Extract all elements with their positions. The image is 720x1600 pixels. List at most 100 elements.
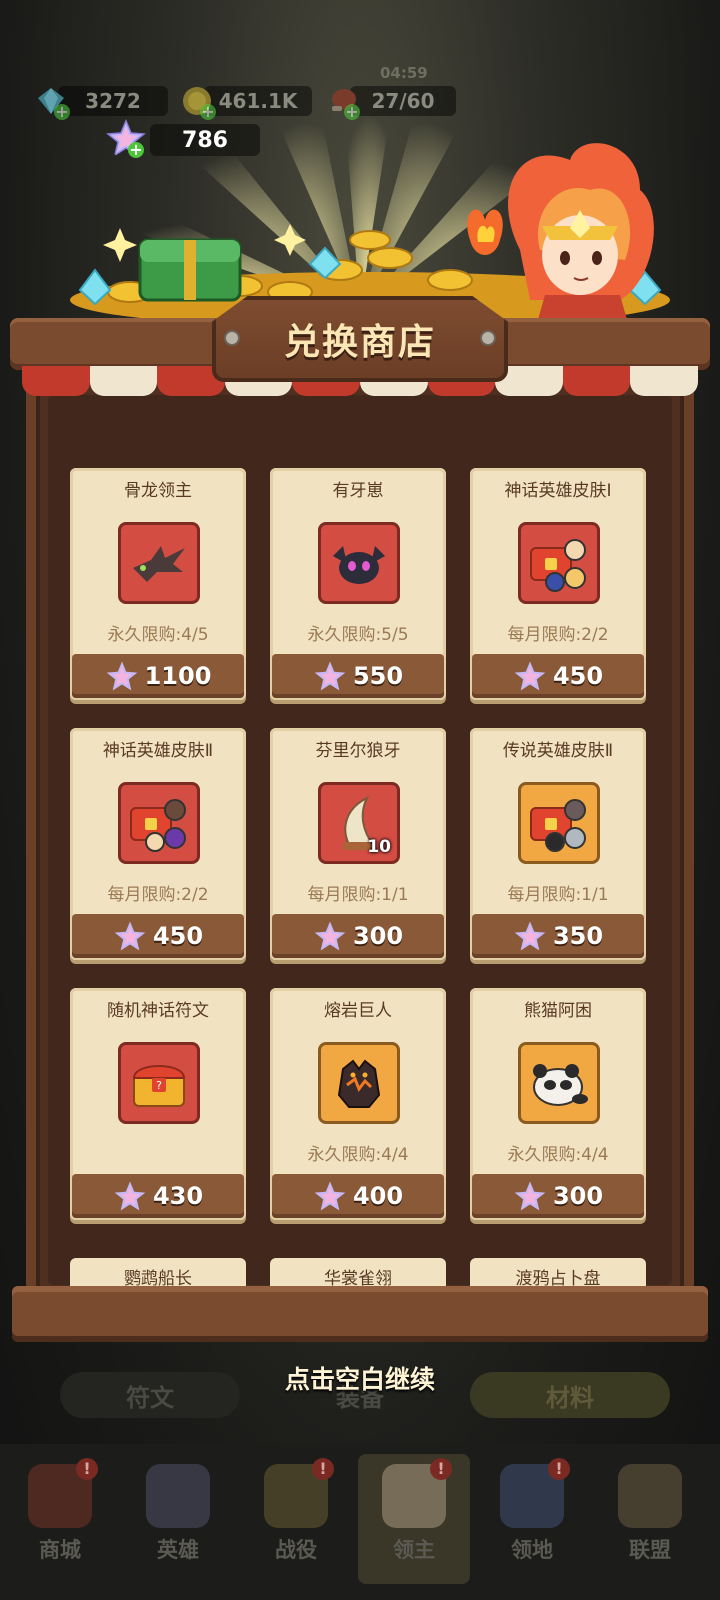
item-quantity: 10 bbox=[367, 837, 391, 857]
item-name: 鹦鹉船长 bbox=[124, 1269, 192, 1288]
star-crystal-icon bbox=[314, 921, 346, 951]
item-price: 430 bbox=[152, 1182, 204, 1210]
item-price: 450 bbox=[552, 662, 604, 690]
buy-button[interactable]: 450 bbox=[472, 654, 644, 698]
fire-hero-character bbox=[467, 143, 654, 330]
purchase-limit: 永久限购:4/5 bbox=[107, 625, 209, 645]
item-name: 有牙崽 bbox=[332, 481, 384, 501]
nav-alliance[interactable]: 联盟 bbox=[594, 1454, 706, 1584]
bottom-navigation: 商城 ! 英雄 战役 ! 领主 ! 领地 ! 联盟 bbox=[0, 1444, 720, 1600]
knight-helmet-icon bbox=[618, 1464, 682, 1528]
panda-pet-icon bbox=[518, 1042, 600, 1124]
item-name: 华裳雀翎 bbox=[324, 1269, 392, 1288]
shop-item-card[interactable]: 骨龙领主 永久限购:4/5 1100 bbox=[70, 468, 246, 700]
nav-lord[interactable]: 领主 ! bbox=[358, 1454, 470, 1584]
item-price: 1100 bbox=[144, 662, 212, 690]
star-crystal-icon bbox=[114, 1181, 146, 1211]
shop-title: 兑换商店 bbox=[283, 322, 436, 363]
item-name: 骨龙领主 bbox=[124, 481, 192, 501]
item-name: 芬里尔狼牙 bbox=[315, 741, 401, 761]
hero-cards-icon bbox=[146, 1464, 210, 1528]
shop-item-card[interactable]: 有牙崽 永久限购:5/5 550 bbox=[270, 468, 446, 700]
star-crystal-icon bbox=[514, 921, 546, 951]
buy-button[interactable]: 350 bbox=[472, 914, 644, 958]
shop-sign: 兑换商店 bbox=[212, 296, 508, 382]
diamond-plus-button[interactable]: + bbox=[54, 104, 70, 120]
shop-item-card[interactable]: 芬里尔狼牙 10 每月限购:1/1 300 bbox=[270, 728, 446, 960]
tap-to-continue-hint[interactable]: 点击空白继续 bbox=[0, 1360, 720, 1396]
item-price: 550 bbox=[352, 662, 404, 690]
item-price: 400 bbox=[352, 1182, 404, 1210]
nav-heroes[interactable]: 英雄 bbox=[122, 1454, 234, 1584]
star-crystal-icon bbox=[114, 921, 146, 951]
star-crystal-counter[interactable]: 786 bbox=[150, 124, 260, 156]
svg-text:?: ? bbox=[156, 1079, 162, 1092]
diamond-counter[interactable]: 3272 bbox=[58, 86, 168, 116]
stamina-plus-button[interactable]: + bbox=[344, 104, 360, 120]
star-crystal-count: 786 bbox=[182, 127, 228, 153]
notification-badge: ! bbox=[548, 1458, 570, 1480]
nav-shop[interactable]: 商城 ! bbox=[4, 1454, 116, 1584]
shop-item-card-partial[interactable]: 渡鸦占卜盘 bbox=[470, 1258, 646, 1288]
skin-chest-icon bbox=[118, 782, 200, 864]
star-crystal-icon bbox=[314, 661, 346, 691]
shop-item-card[interactable]: 神话英雄皮肤Ⅱ 每月限购:2/2 450 bbox=[70, 728, 246, 960]
shop-item-card[interactable]: 熔岩巨人 永久限购:4/4 400 bbox=[270, 988, 446, 1220]
gold-counter[interactable]: 461.1K bbox=[204, 86, 312, 116]
item-price: 350 bbox=[552, 922, 604, 950]
sign-rivet bbox=[480, 330, 496, 346]
star-crystal-icon bbox=[514, 1181, 546, 1211]
skin-chest-icon bbox=[518, 522, 600, 604]
stamina-counter[interactable]: 27/60 bbox=[350, 86, 456, 116]
rune-chest-icon: ? bbox=[118, 1042, 200, 1124]
buy-button[interactable]: 300 bbox=[472, 1174, 644, 1218]
shop-item-card[interactable]: 神话英雄皮肤Ⅰ 每月限购:2/2 450 bbox=[470, 468, 646, 700]
skin-chest-icon bbox=[518, 782, 600, 864]
buy-button[interactable]: 1100 bbox=[72, 654, 244, 698]
buy-button[interactable]: 430 bbox=[72, 1174, 244, 1218]
item-name: 神话英雄皮肤Ⅰ bbox=[504, 481, 612, 501]
buy-button[interactable]: 450 bbox=[72, 914, 244, 958]
gold-plus-button[interactable]: + bbox=[200, 104, 216, 120]
buy-button[interactable]: 400 bbox=[272, 1174, 444, 1218]
lava-golem-icon bbox=[318, 1042, 400, 1124]
star-crystal-icon bbox=[106, 661, 137, 691]
buy-button[interactable]: 300 bbox=[272, 914, 444, 958]
notification-badge: ! bbox=[430, 1458, 452, 1480]
notification-badge: ! bbox=[76, 1458, 98, 1480]
item-name: 随机神话符文 bbox=[107, 1001, 209, 1021]
star-crystal-icon bbox=[314, 1181, 346, 1211]
shop-item-card[interactable]: 随机神话符文 ? 430 bbox=[70, 988, 246, 1220]
notification-badge: ! bbox=[312, 1458, 334, 1480]
stamina-timer: 04:59 bbox=[380, 64, 428, 82]
item-name: 渡鸦占卜盘 bbox=[515, 1269, 601, 1288]
purchase-limit: 每月限购:1/1 bbox=[307, 885, 409, 905]
nav-territory[interactable]: 领地 ! bbox=[476, 1454, 588, 1584]
diamond-count: 3272 bbox=[85, 89, 141, 113]
purchase-limit: 每月限购:1/1 bbox=[507, 885, 609, 905]
star-crystal-plus-button[interactable]: + bbox=[128, 142, 144, 158]
sign-rivet bbox=[224, 330, 240, 346]
shop-item-card[interactable]: 熊猫阿困 永久限购:4/4 300 bbox=[470, 988, 646, 1220]
wolf-fang-icon: 10 bbox=[318, 782, 400, 864]
nav-campaign[interactable]: 战役 ! bbox=[240, 1454, 352, 1584]
item-price: 300 bbox=[552, 1182, 604, 1210]
shop-item-card[interactable]: 传说英雄皮肤Ⅱ 每月限购:1/1 350 bbox=[470, 728, 646, 960]
shop-item-card-partial[interactable]: 华裳雀翎 bbox=[270, 1258, 446, 1288]
item-price: 300 bbox=[352, 922, 404, 950]
item-name: 熔岩巨人 bbox=[324, 1001, 392, 1021]
shop-item-card-partial[interactable]: 鹦鹉船长 bbox=[70, 1258, 246, 1288]
item-name: 神话英雄皮肤Ⅱ bbox=[102, 741, 214, 761]
gold-count: 461.1K bbox=[218, 89, 298, 113]
star-crystal-icon bbox=[514, 661, 546, 691]
purchase-limit: 每月限购:2/2 bbox=[507, 625, 609, 645]
shop-frame-base bbox=[12, 1286, 708, 1342]
bone-dragon-icon bbox=[118, 522, 200, 604]
item-name: 传说英雄皮肤Ⅱ bbox=[502, 741, 614, 761]
buy-button[interactable]: 550 bbox=[272, 654, 444, 698]
purchase-limit: 永久限购:4/4 bbox=[307, 1145, 409, 1165]
item-price: 450 bbox=[152, 922, 204, 950]
stamina-count: 27/60 bbox=[371, 89, 435, 113]
purchase-limit: 每月限购:2/2 bbox=[107, 885, 209, 905]
black-dragon-pet-icon bbox=[318, 522, 400, 604]
